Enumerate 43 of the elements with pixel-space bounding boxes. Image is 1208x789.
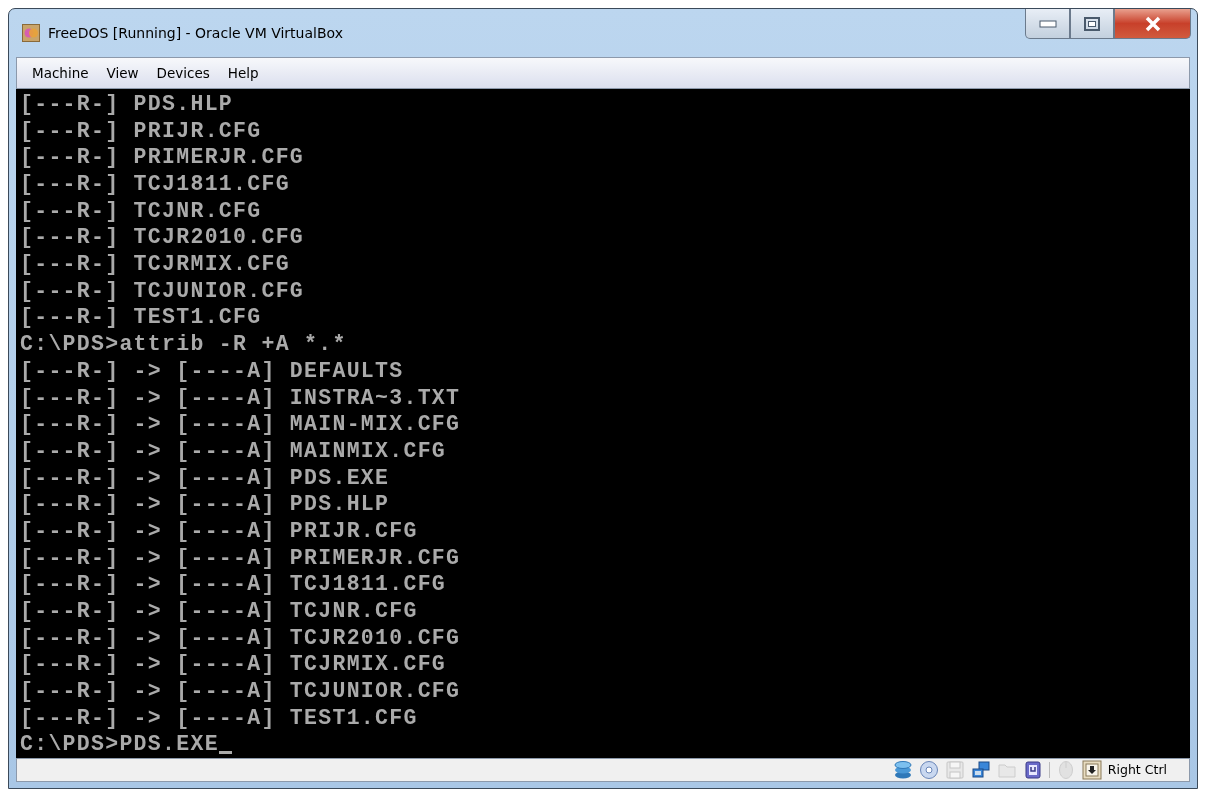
maximize-button[interactable] [1070, 9, 1114, 39]
minimize-button[interactable] [1025, 9, 1070, 39]
terminal-line: [---R-] -> [----A] PDS.HLP [20, 491, 390, 518]
close-icon [1143, 15, 1162, 32]
terminal-line: [---R-] TCJ1811.CFG [20, 171, 290, 198]
disk-stack-icon[interactable] [892, 760, 913, 780]
terminal-line: [---R-] -> [----A] PRIMERJR.CFG [20, 544, 461, 572]
terminal-line: C:\PDS>attrib -R +A *.* [20, 331, 347, 358]
terminal-line: [---R-] PDS.HLP [20, 91, 234, 118]
terminal-line: [---R-] TCJUNIOR.CFG [20, 277, 305, 305]
disc-icon[interactable] [918, 760, 939, 780]
terminal-line: [---R-] -> [----A] TEST1.CFG [20, 704, 418, 732]
down-arrow-key-icon[interactable] [1081, 760, 1102, 780]
terminal-line: [---R-] -> [----A] DEFAULTS [20, 357, 404, 385]
app-icon [22, 24, 40, 42]
terminal-line: [---R-] TCJR2010.CFG [20, 224, 305, 252]
maximize-icon [1084, 16, 1100, 31]
chip-icon[interactable] [1022, 760, 1043, 780]
terminal-line: [---R-] -> [----A] MAIN-MIX.CFG [20, 411, 461, 438]
terminal-line: [---R-] -> [----A] TCJR2010.CFG [20, 624, 461, 652]
terminal-line: [---R-] -> [----A] INSTRA~3.TXT [20, 384, 461, 412]
terminal-line: [---R-] PRIMERJR.CFG [20, 144, 305, 172]
terminal-line: [---R-] -> [----A] TCJ1811.CFG [20, 571, 447, 599]
close-button[interactable] [1114, 9, 1191, 39]
terminal-line: [---R-] PRIJR.CFG [20, 117, 262, 145]
menu-item[interactable]: Devices [147, 60, 219, 86]
menu-item[interactable]: View [97, 60, 148, 86]
network-icon[interactable] [970, 760, 991, 780]
terminal-line: [---R-] -> [----A] PDS.EXE [20, 464, 390, 492]
terminal-line: [---R-] -> [----A] PRIJR.CFG [20, 518, 418, 545]
menu-item[interactable]: Help [218, 60, 268, 86]
terminal-line: [---R-] TCJRMIX.CFG [20, 251, 290, 278]
terminal-line: [---R-] -> [----A] MAINMIX.CFG [20, 437, 447, 465]
terminal-line: [---R-] -> [----A] TCJNR.CFG [20, 598, 418, 625]
host-key-label: Right Ctrl [1107, 760, 1167, 779]
terminal-line: C:\PDS>PDS.EXE [20, 731, 219, 758]
menu-item[interactable]: Machine [23, 60, 98, 86]
window-title: FreeDOS [Running] - Oracle VM VirtualBox [48, 23, 343, 43]
terminal-line: [---R-] -> [----A] TCJRMIX.CFG [20, 651, 447, 679]
terminal-line: [---R-] TEST1.CFG [20, 304, 262, 332]
minimize-icon [1038, 19, 1057, 28]
terminal-line: [---R-] TCJNR.CFG [20, 197, 262, 225]
terminal-line: [---R-] -> [----A] TCJUNIOR.CFG [20, 678, 461, 705]
